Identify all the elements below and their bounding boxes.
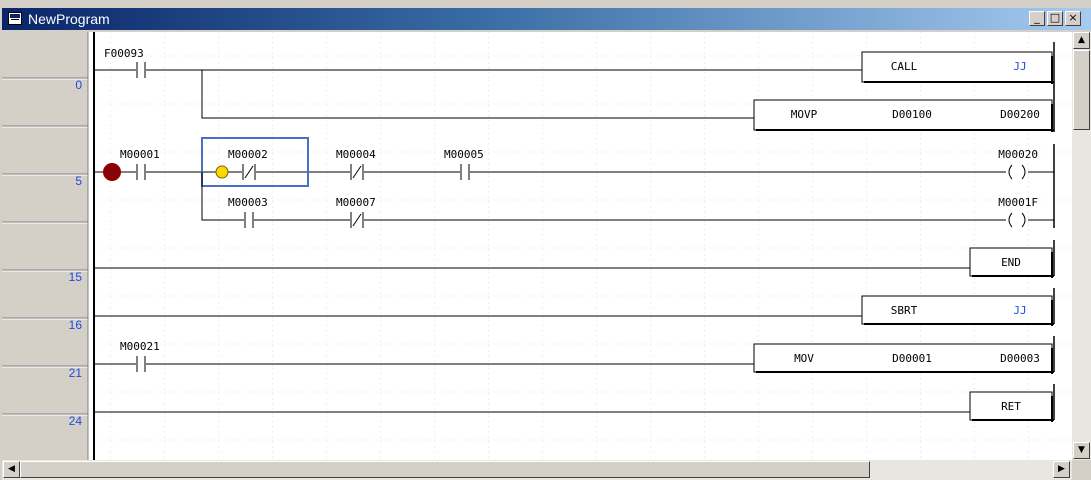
contact-label: M00003 [228, 196, 268, 209]
monitor-indicator-icon [215, 165, 229, 179]
step-number-16: 16 [69, 318, 83, 332]
instruction-box-mov[interactable]: MOV D00001 D00003 [753, 343, 1054, 374]
instruction-name: END [1001, 256, 1021, 269]
instruction-box-end[interactable]: END [969, 247, 1054, 278]
instruction-name: MOV [794, 352, 814, 365]
step-column [2, 32, 88, 460]
step-number-0: 0 [75, 78, 82, 92]
instruction-operand: D00003 [1000, 352, 1040, 365]
instruction-name: RET [1001, 400, 1021, 413]
instruction-name: MOVP [791, 108, 818, 121]
coil-label: M0001F [998, 196, 1038, 209]
resize-grip[interactable] [1072, 460, 1091, 480]
instruction-name: CALL [891, 60, 918, 73]
contact-label: M00021 [120, 340, 160, 353]
instruction-operand: D00100 [892, 108, 932, 121]
contact-label: M00004 [336, 148, 376, 161]
instruction-operand: D00001 [892, 352, 932, 365]
vertical-scroll-thumb[interactable] [1073, 50, 1090, 130]
instruction-box-ret[interactable]: RET [969, 391, 1054, 422]
instruction-operand: JJ [1013, 60, 1026, 73]
minimize-button[interactable]: _ [1029, 11, 1045, 26]
instruction-operand: JJ [1013, 304, 1026, 317]
ladder-diagram[interactable]: 0 5 15 16 21 24 F00093 CALL JJ MOVP D001… [2, 32, 1072, 460]
contact-label: M00005 [444, 148, 484, 161]
step-number-15: 15 [69, 270, 83, 284]
horizontal-scroll-thumb[interactable] [20, 461, 870, 478]
contact-label: F00093 [104, 47, 144, 60]
contact-label: M00001 [120, 148, 160, 161]
window-title: NewProgram [28, 11, 110, 27]
contact-label: M00007 [336, 196, 376, 209]
instruction-box-sbrt[interactable]: SBRT JJ [861, 295, 1054, 326]
vertical-scrollbar[interactable]: ▲ ▼ [1072, 32, 1091, 460]
coil-label: M00020 [998, 148, 1038, 161]
contact-label: M00002 [228, 148, 268, 161]
instruction-box-movp[interactable]: MOVP D00100 D00200 [753, 99, 1054, 132]
close-button[interactable]: × [1065, 11, 1081, 26]
grid-background [98, 32, 1072, 460]
step-number-5: 5 [75, 174, 82, 188]
step-number-24: 24 [69, 414, 83, 428]
horizontal-scrollbar[interactable]: ◀ ▶ [2, 460, 1072, 480]
instruction-operand: D00200 [1000, 108, 1040, 121]
breakpoint-icon[interactable] [103, 163, 121, 181]
scroll-right-icon[interactable]: ▶ [1053, 461, 1070, 478]
scroll-up-icon[interactable]: ▲ [1073, 32, 1090, 49]
ladder-program-icon [8, 12, 22, 25]
instruction-box-call[interactable]: CALL JJ [861, 51, 1054, 84]
title-bar[interactable]: NewProgram _ □ × [2, 8, 1091, 30]
instruction-name: SBRT [891, 304, 918, 317]
scroll-left-icon[interactable]: ◀ [3, 461, 20, 478]
step-number-21: 21 [69, 366, 83, 380]
restore-button[interactable]: □ [1047, 11, 1063, 26]
ladder-editor-window: NewProgram _ □ × 0 5 15 16 21 24 F00093 … [0, 0, 1091, 480]
ladder-diagram-area[interactable]: 0 5 15 16 21 24 F00093 CALL JJ MOVP D001… [2, 32, 1072, 460]
scroll-down-icon[interactable]: ▼ [1073, 442, 1090, 459]
